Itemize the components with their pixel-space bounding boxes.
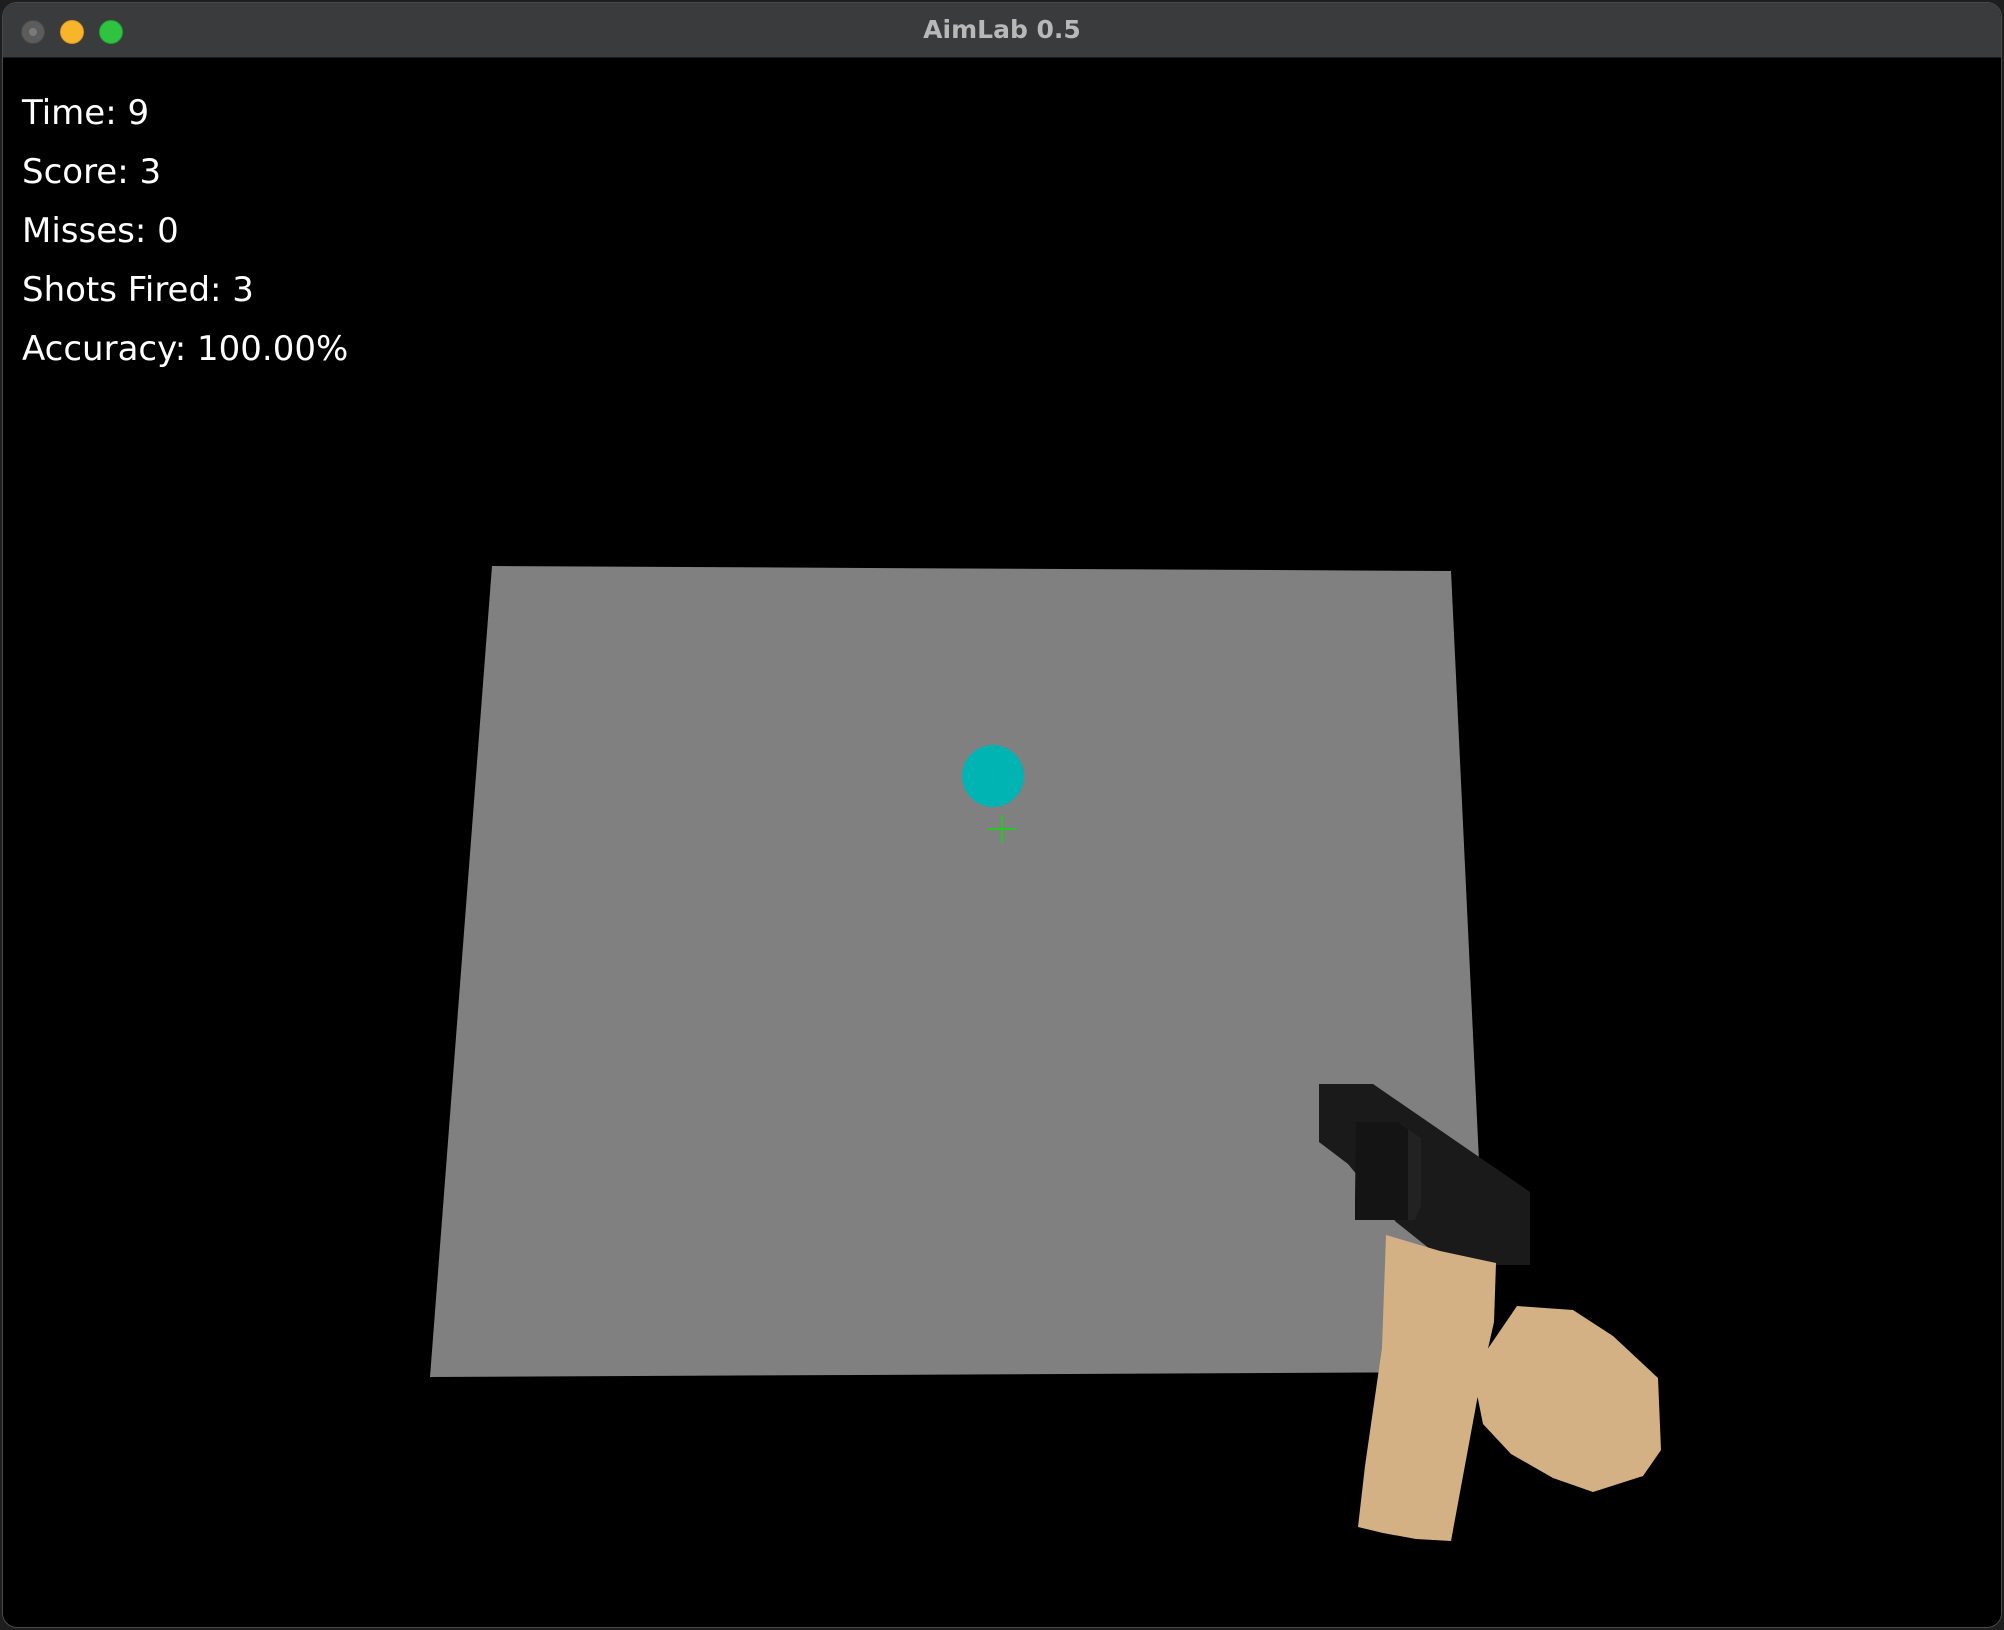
app-window: AimLab 0.5 Time: 9 Score: 3 Misses: 0 Sh… [3, 3, 2001, 1627]
player-hand [1358, 1235, 1661, 1541]
window-title: AimLab 0.5 [923, 15, 1081, 44]
player-fist [1477, 1306, 1661, 1492]
accuracy-readout: Accuracy: 100.00% [22, 329, 349, 369]
score-readout: Score: 3 [22, 152, 162, 192]
time-readout: Time: 9 [22, 93, 150, 133]
target-wall [430, 566, 1489, 1377]
game-viewport[interactable]: Time: 9 Score: 3 Misses: 0 Shots Fired: … [3, 58, 2001, 1627]
title-bar[interactable]: AimLab 0.5 [3, 3, 2001, 58]
shots-fired-readout: Shots Fired: 3 [22, 270, 254, 310]
misses-readout: Misses: 0 [22, 211, 179, 251]
target-sphere[interactable] [962, 745, 1024, 807]
hud-stats: Time: 9 Score: 3 Misses: 0 Shots Fired: … [22, 84, 348, 379]
